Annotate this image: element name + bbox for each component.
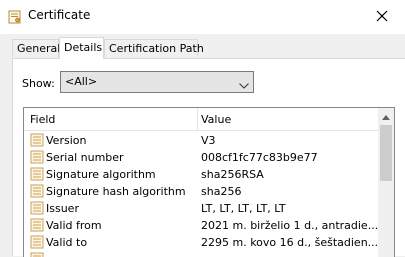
tab-certification-path[interactable]: Certification Path	[104, 39, 204, 57]
show-label: Show:	[22, 77, 55, 90]
certificate-field-icon	[30, 150, 44, 164]
certificate-field-icon	[30, 235, 44, 249]
field-name: Serial number	[46, 151, 124, 164]
certificate-icon	[8, 10, 22, 24]
close-icon	[376, 10, 388, 25]
tab-details[interactable]: Details	[59, 37, 104, 59]
certificate-field-icon	[30, 218, 44, 232]
chevron-down-icon	[239, 79, 249, 89]
field-value: V3	[201, 134, 216, 147]
certificate-field-icon	[30, 133, 44, 147]
list-item[interactable]: Signature hash algorithm sha256	[24, 183, 379, 200]
field-value: 2295 m. kovo 16 d., šeštadien...	[201, 236, 379, 249]
field-value: sha256	[201, 185, 242, 198]
chevron-up-icon	[382, 110, 390, 123]
certificate-field-icon	[30, 201, 44, 215]
list-item[interactable]: Serial number 008cf1fc77c83b9e77	[24, 149, 379, 166]
column-divider[interactable]	[197, 108, 198, 130]
list-item[interactable]: Issuer LT, LT, LT, LT, LT	[24, 200, 379, 217]
list-item[interactable]	[24, 251, 379, 257]
field-name: Valid from	[46, 219, 102, 232]
window-title: Certificate	[28, 8, 91, 22]
certificate-field-icon	[30, 167, 44, 181]
field-value: LT, LT, LT, LT, LT	[201, 202, 286, 215]
certificate-field-icon	[30, 184, 44, 198]
show-dropdown-value: <All>	[65, 75, 98, 88]
list-item[interactable]: Version V3	[24, 132, 379, 149]
list-header: Field Value	[24, 108, 379, 131]
scroll-thumb[interactable]	[380, 125, 392, 181]
field-name: Issuer	[46, 202, 79, 215]
details-panel: Show: <All> Field Value Version V3 Seria…	[12, 58, 405, 257]
column-header-value[interactable]: Value	[201, 113, 231, 126]
field-name: Signature algorithm	[46, 168, 156, 181]
field-value: sha256RSA	[201, 168, 264, 181]
tab-general[interactable]: General	[12, 39, 60, 57]
close-button[interactable]	[359, 0, 405, 34]
column-header-field[interactable]: Field	[30, 113, 55, 126]
list-item[interactable]: Signature algorithm sha256RSA	[24, 166, 379, 183]
field-list[interactable]: Field Value Version V3 Serial number 008…	[23, 107, 395, 257]
field-value: 008cf1fc77c83b9e77	[201, 151, 318, 164]
scroll-up-button[interactable]	[378, 108, 394, 124]
vertical-scrollbar[interactable]	[378, 108, 394, 257]
field-value: 2021 m. birželio 1 d., antradie...	[201, 219, 379, 232]
certificate-field-icon	[30, 252, 44, 257]
list-item[interactable]: Valid from 2021 m. birželio 1 d., antrad…	[24, 217, 379, 234]
field-name: Version	[46, 134, 87, 147]
field-name: Valid to	[46, 236, 88, 249]
title-bar: Certificate	[0, 0, 405, 34]
show-dropdown[interactable]: <All>	[60, 71, 254, 93]
field-name: Signature hash algorithm	[46, 185, 186, 198]
certificate-dialog: Certificate General Details Certificatio…	[0, 0, 405, 257]
list-item[interactable]: Valid to 2295 m. kovo 16 d., šeštadien..…	[24, 234, 379, 251]
